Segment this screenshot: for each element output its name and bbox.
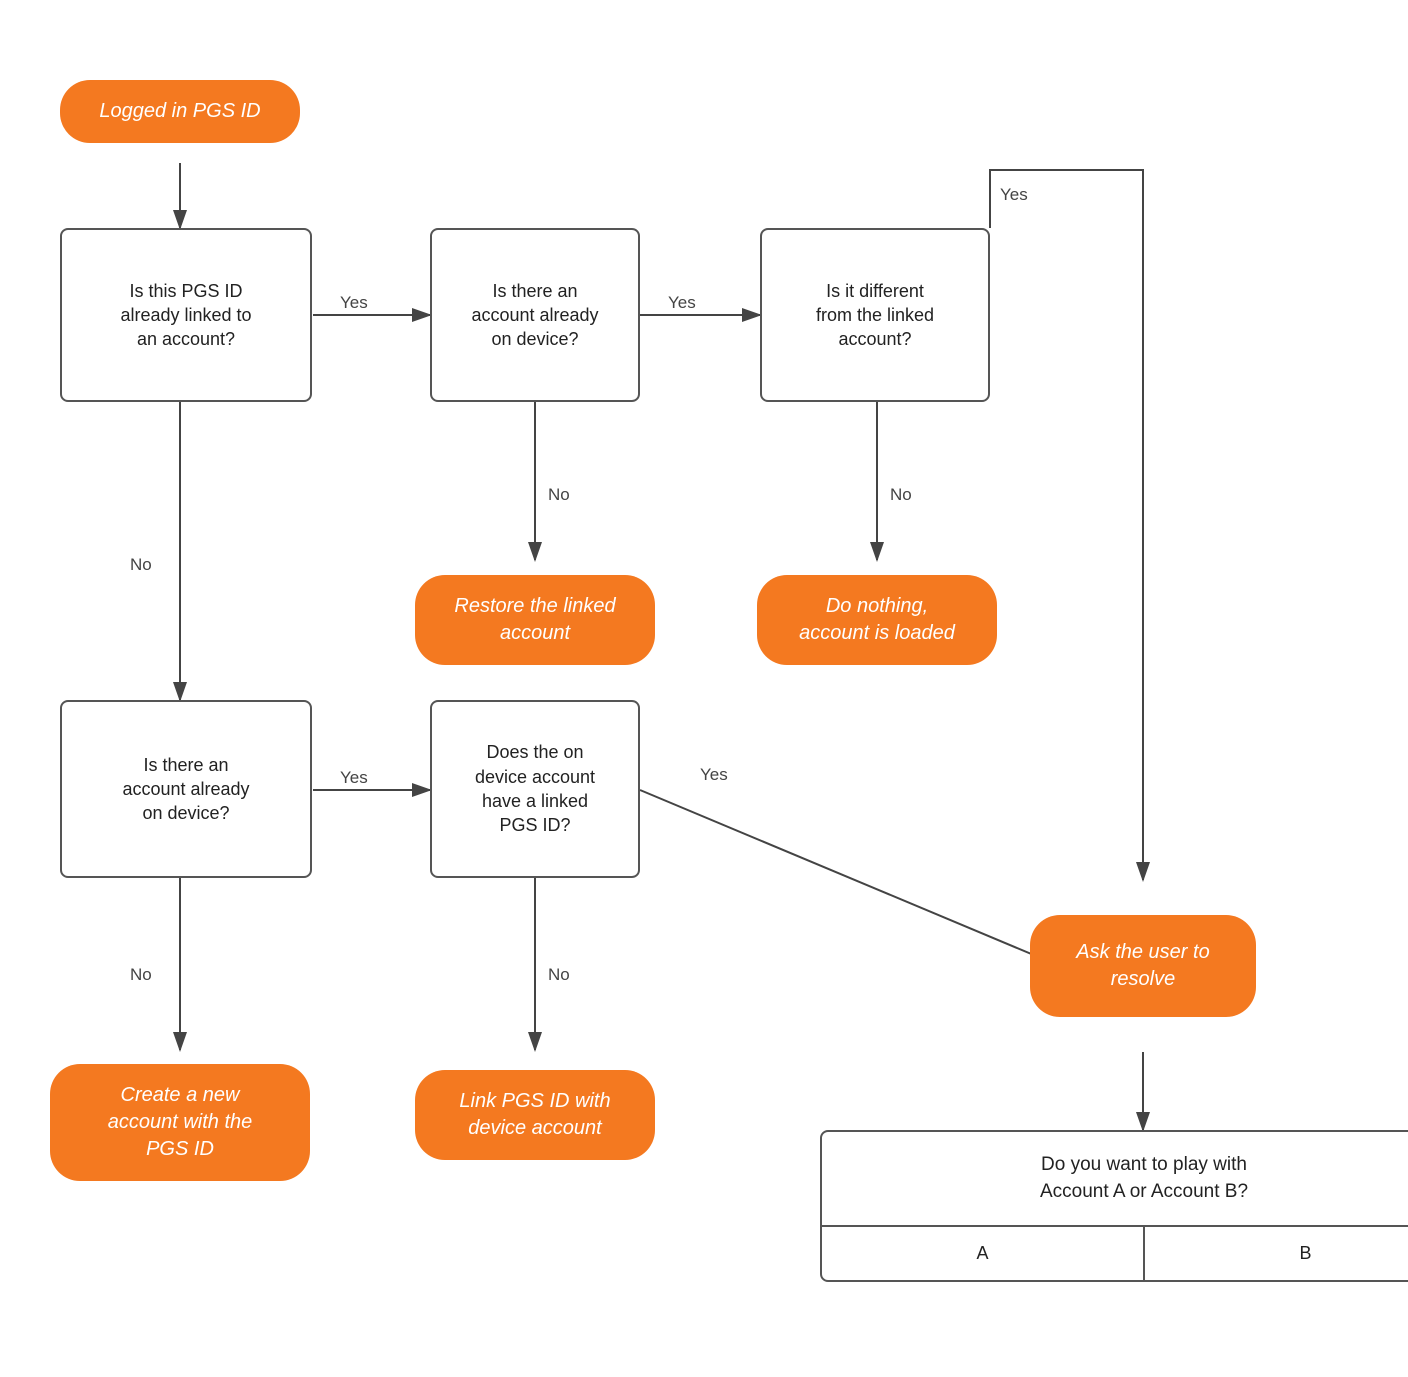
q1-yes-label: Yes xyxy=(340,293,368,312)
q3-no-label: No xyxy=(890,485,912,504)
q2-no-label: No xyxy=(548,485,570,504)
q4-label: Is there an account already on device? xyxy=(122,753,249,826)
q3-label: Is it different from the linked account? xyxy=(816,279,934,352)
dialog-text: Do you want to play with Account A or Ac… xyxy=(822,1132,1408,1225)
dialog-node: Do you want to play with Account A or Ac… xyxy=(820,1130,1408,1282)
q2-node: Is there an account already on device? xyxy=(430,228,640,402)
q3-box: Is it different from the linked account? xyxy=(760,228,990,402)
create-node: Create a new account with the PGS ID xyxy=(50,1050,310,1195)
ask-label: Ask the user to resolve xyxy=(1030,915,1256,1017)
start-label: Logged in PGS ID xyxy=(60,80,300,143)
restore-label: Restore the linked account xyxy=(415,575,655,665)
q4-box: Is there an account already on device? xyxy=(60,700,312,878)
donothing-label: Do nothing, account is loaded xyxy=(757,575,997,665)
q5-label: Does the on device account have a linked… xyxy=(475,740,595,837)
dialog-btn-a[interactable]: A xyxy=(822,1227,1143,1280)
flowchart: Yes No Yes No Yes No Yes No Yes No Logg xyxy=(0,0,1408,1377)
q1-label: Is this PGS ID already linked to an acco… xyxy=(120,279,251,352)
create-label: Create a new account with the PGS ID xyxy=(50,1064,310,1181)
dialog-buttons: A B xyxy=(822,1225,1408,1280)
q4-yes-label: Yes xyxy=(340,768,368,787)
donothing-node: Do nothing, account is loaded xyxy=(757,560,997,680)
q4-no-label: No xyxy=(130,965,152,984)
link-node: Link PGS ID with device account xyxy=(415,1050,655,1180)
q2-box: Is there an account already on device? xyxy=(430,228,640,402)
restore-node: Restore the linked account xyxy=(415,560,655,680)
q5-no-label: No xyxy=(548,965,570,984)
ask-node: Ask the user to resolve xyxy=(1030,880,1256,1052)
link-label: Link PGS ID with device account xyxy=(415,1070,655,1160)
q4-node: Is there an account already on device? xyxy=(60,700,312,878)
q1-box: Is this PGS ID already linked to an acco… xyxy=(60,228,312,402)
dialog-btn-b[interactable]: B xyxy=(1143,1227,1408,1280)
start-node: Logged in PGS ID xyxy=(60,60,300,163)
q5-box: Does the on device account have a linked… xyxy=(430,700,640,878)
q5-yes-label: Yes xyxy=(700,765,728,784)
q1-node: Is this PGS ID already linked to an acco… xyxy=(60,228,312,402)
q5-node: Does the on device account have a linked… xyxy=(430,700,640,878)
q1-no-label: No xyxy=(130,555,152,574)
q3-node: Is it different from the linked account? xyxy=(760,228,990,402)
q2-label: Is there an account already on device? xyxy=(471,279,598,352)
q3-yes-label: Yes xyxy=(1000,185,1028,204)
q2-yes-label: Yes xyxy=(668,293,696,312)
